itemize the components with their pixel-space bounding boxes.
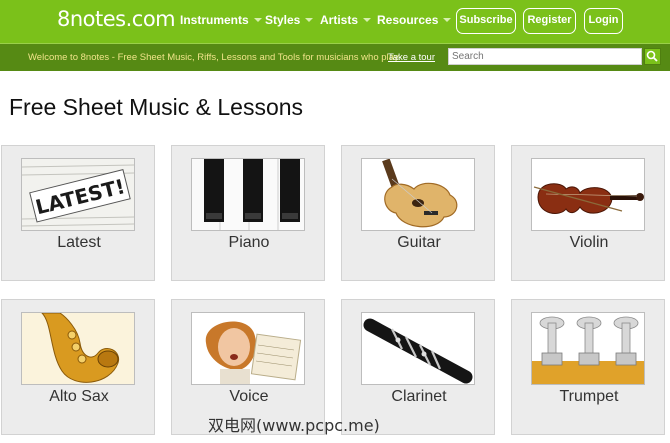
category-card-violin[interactable]: Violin bbox=[511, 145, 665, 281]
card-label: Clarinet bbox=[391, 388, 447, 405]
alto-sax-thumbnail bbox=[21, 312, 135, 385]
card-label: Trumpet bbox=[559, 388, 619, 405]
search-button[interactable] bbox=[644, 48, 661, 65]
page-title: Free Sheet Music & Lessons bbox=[9, 94, 304, 120]
category-card-piano[interactable]: Piano bbox=[171, 145, 325, 281]
voice-thumbnail bbox=[191, 312, 305, 385]
card-label: Latest bbox=[57, 234, 101, 251]
nav-resources-label: Resources bbox=[377, 13, 439, 27]
guitar-thumbnail bbox=[361, 158, 475, 231]
clarinet-thumbnail bbox=[361, 312, 475, 385]
nav-artists-label: Artists bbox=[320, 13, 359, 27]
nav-instruments[interactable]: Instruments bbox=[180, 13, 262, 27]
category-card-trumpet[interactable]: Trumpet bbox=[511, 299, 665, 435]
watermark-text: 双电网(www.pcpc.me) bbox=[208, 416, 380, 435]
register-button[interactable]: Register bbox=[523, 8, 576, 34]
nav-styles-label: Styles bbox=[265, 13, 301, 27]
trumpet-thumbnail bbox=[531, 312, 645, 385]
nav-styles[interactable]: Styles bbox=[265, 13, 314, 27]
login-button[interactable]: Login bbox=[584, 8, 623, 34]
welcome-text: Welcome to 8notes - Free Sheet Music, Ri… bbox=[28, 52, 401, 63]
card-label: Guitar bbox=[397, 234, 441, 251]
card-label: Alto Sax bbox=[49, 388, 109, 405]
latest-thumbnail: LATEST! bbox=[21, 158, 135, 231]
nav-instruments-label: Instruments bbox=[180, 13, 249, 27]
category-card-latest[interactable]: LATEST! Latest bbox=[1, 145, 155, 281]
nav-resources[interactable]: Resources bbox=[377, 13, 452, 27]
card-label: Violin bbox=[569, 234, 609, 251]
chevron-down-icon bbox=[305, 18, 314, 22]
category-card-guitar[interactable]: Guitar bbox=[341, 145, 495, 281]
piano-thumbnail bbox=[191, 158, 305, 231]
subscribe-button[interactable]: Subscribe bbox=[456, 8, 516, 34]
site-logo[interactable]: 8notes.com bbox=[57, 7, 176, 31]
search-input[interactable] bbox=[448, 48, 642, 65]
card-label: Voice bbox=[229, 388, 269, 405]
nav-artists[interactable]: Artists bbox=[320, 13, 372, 27]
card-label: Piano bbox=[228, 234, 270, 251]
search-icon bbox=[646, 50, 658, 62]
take-a-tour-link[interactable]: Take a tour bbox=[388, 52, 435, 63]
chevron-down-icon bbox=[363, 18, 372, 22]
category-card-alto-sax[interactable]: Alto Sax bbox=[1, 299, 155, 435]
chevron-down-icon bbox=[443, 18, 452, 22]
chevron-down-icon bbox=[253, 18, 262, 22]
violin-thumbnail bbox=[531, 158, 645, 231]
